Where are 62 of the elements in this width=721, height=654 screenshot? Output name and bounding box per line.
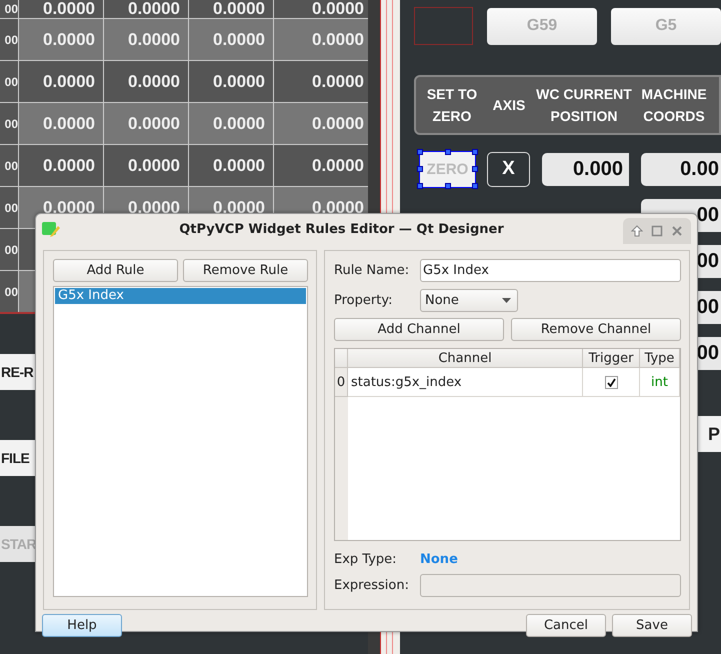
field-label: Exp Type: [334, 552, 398, 566]
table-cell: 00 [0, 61, 18, 102]
table-cell: status:g5x_index [348, 368, 583, 397]
rule-item[interactable]: G5x Index [55, 288, 306, 304]
save-button[interactable]: Save [612, 614, 692, 637]
app-icon [42, 221, 60, 237]
table-cell: 0.0000 [104, 0, 188, 18]
table-cell: 0.0000 [19, 61, 103, 102]
rule-button[interactable]: Add Rule [53, 259, 178, 282]
dropdown-arrow-icon [502, 298, 511, 303]
table-cell: 00 [0, 103, 18, 144]
resize-handle[interactable] [472, 148, 478, 154]
cancel-button[interactable]: Cancel [526, 614, 606, 637]
table-cell: 0.0000 [104, 103, 188, 144]
table-corner [335, 349, 348, 368]
table-cell: 00 [0, 271, 18, 312]
help-button[interactable]: Help [42, 614, 122, 637]
position-display: 0.000 [542, 152, 629, 186]
column-header: MACHINE COORDS [640, 84, 708, 126]
rule-button[interactable]: Remove Rule [183, 259, 308, 282]
table-cell: 00 [0, 145, 18, 186]
table-cell: 0.0000 [104, 145, 188, 186]
table-cell: 0.0000 [189, 103, 273, 144]
axis-label: X [487, 152, 530, 186]
arrow-up-icon[interactable] [631, 225, 643, 237]
maximize-icon[interactable] [651, 225, 663, 237]
property-dropdown[interactable]: None [420, 289, 518, 312]
exp-type-value: None [420, 552, 458, 566]
column-header: Trigger [583, 349, 640, 368]
resize-handle[interactable] [417, 148, 423, 154]
rule-name-field[interactable]: G5x Index [420, 259, 681, 282]
table-cell: 00 [0, 229, 18, 270]
column-header: AXIS [492, 96, 526, 115]
channel-button[interactable]: Add Channel [334, 318, 504, 341]
resize-handle[interactable] [445, 148, 451, 154]
trigger-checkbox[interactable] [604, 376, 618, 388]
table-cell: 0.0000 [189, 145, 273, 186]
table-cell: 0.0000 [19, 0, 103, 18]
column-header: Channel [348, 349, 583, 368]
column-header: Type [640, 349, 680, 368]
table-cell: 0.0000 [189, 0, 273, 18]
channel-button[interactable]: Remove Channel [511, 318, 681, 341]
table-cell: 0.0000 [104, 19, 188, 60]
field-label: Rule Name: [334, 263, 410, 278]
table-cell: 00 [0, 19, 18, 60]
row-number: 0 [335, 368, 348, 397]
layout-frame [414, 7, 473, 45]
close-icon[interactable] [671, 225, 683, 237]
table-cell: 0.0000 [19, 103, 103, 144]
field-label: Expression: [334, 578, 410, 593]
position-display: 0.00 [641, 152, 721, 186]
field-label: Property: [334, 293, 394, 308]
table-cell: 0.0000 [104, 61, 188, 102]
table-cell: 0.0000 [19, 145, 103, 186]
table-cell: 0.0000 [19, 19, 103, 60]
column-header: WC CURRENT POSITION [535, 84, 633, 126]
table-cell: 00 [0, 0, 18, 18]
table-cell: 0.0000 [189, 19, 273, 60]
column-header: SET TO ZERO [426, 84, 478, 126]
table-cell: 0.0000 [189, 61, 273, 102]
table-cell: int [640, 368, 680, 397]
table-cell: 00 [0, 187, 18, 228]
